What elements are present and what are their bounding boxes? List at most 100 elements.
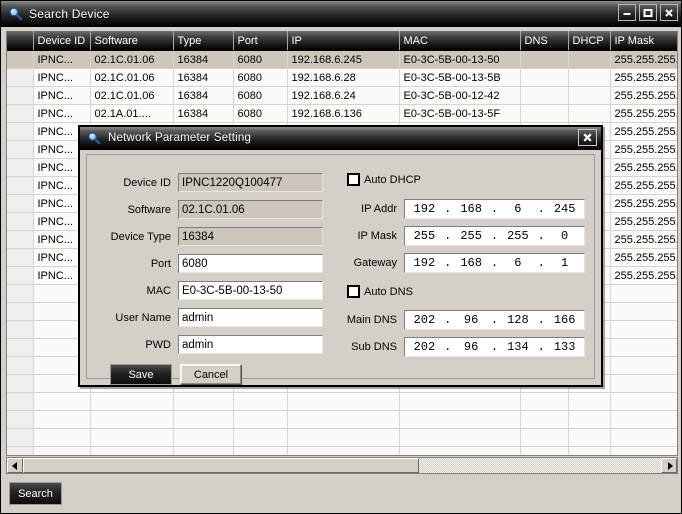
row-selector-cell[interactable] — [7, 284, 34, 303]
cell-mac: E0-3C-5B-00-13-5F — [399, 104, 521, 123]
row-selector-cell[interactable] — [7, 194, 34, 213]
ip-addr-octet-1[interactable]: 192 — [405, 202, 444, 216]
column-header-dhcp[interactable]: DHCP — [568, 31, 611, 51]
column-header-type[interactable]: Type — [173, 31, 234, 51]
close-icon[interactable] — [578, 129, 597, 146]
close-icon[interactable] — [660, 4, 678, 21]
row-selector-cell[interactable] — [7, 410, 34, 429]
gateway-octet-1[interactable]: 192 — [405, 256, 444, 270]
main-dns-octet-4[interactable]: 166 — [545, 313, 584, 327]
device-id-field[interactable] — [178, 173, 323, 192]
ip-mask-octet-3[interactable]: 255 — [499, 229, 538, 243]
auto-dns-checkbox-row[interactable]: Auto DNS — [347, 285, 413, 298]
column-header-ip[interactable]: IP — [287, 31, 400, 51]
row-selector-cell[interactable] — [7, 338, 34, 357]
main-dns-octet-1[interactable]: 202 — [405, 313, 444, 327]
cell-mac — [399, 446, 521, 455]
auto-dns-checkbox[interactable] — [347, 285, 360, 298]
auto-dhcp-checkbox-row[interactable]: Auto DHCP — [347, 173, 421, 186]
row-selector-cell[interactable] — [7, 50, 34, 69]
table-row[interactable]: IPNC... 02.1A.01.... 16384 6080 192.168.6.13… — [7, 104, 677, 123]
software-field[interactable] — [178, 200, 323, 219]
ip-mask-field[interactable]: 255 . 255 . 255 . 0 — [404, 226, 585, 246]
dialog-titlebar[interactable]: Network Parameter Setting — [80, 127, 601, 150]
row-selector-cell[interactable] — [7, 158, 34, 177]
table-row[interactable] — [7, 410, 677, 429]
row-selector-cell[interactable] — [7, 266, 34, 285]
row-selector-cell[interactable] — [7, 428, 34, 447]
main-dns-octet-3[interactable]: 128 — [499, 313, 538, 327]
cell-port: 6080 — [233, 50, 288, 69]
mac-field[interactable] — [178, 281, 323, 300]
scrollbar-track[interactable] — [23, 458, 661, 473]
table-row[interactable]: IPNC... 02.1C.01.06 16384 6080 192.168.6.28 E… — [7, 68, 677, 87]
auto-dhcp-checkbox[interactable] — [347, 173, 360, 186]
device-type-field[interactable] — [178, 227, 323, 246]
row-selector-cell[interactable] — [7, 392, 34, 411]
ip-mask-octet-2[interactable]: 255 — [452, 229, 491, 243]
save-button[interactable]: Save — [110, 364, 172, 385]
pwd-field[interactable] — [178, 335, 323, 354]
ip-addr-octet-2[interactable]: 168 — [452, 202, 491, 216]
row-selector-cell[interactable] — [7, 140, 34, 159]
column-header-mac[interactable]: MAC — [399, 31, 521, 51]
row-selector-cell[interactable] — [7, 320, 34, 339]
triangle-left-icon[interactable] — [7, 458, 23, 473]
gateway-field[interactable]: 192 . 168 . 6 . 1 — [404, 253, 585, 273]
row-selector-cell[interactable] — [7, 104, 34, 123]
gateway-octet-4[interactable]: 1 — [545, 256, 584, 270]
gateway-octet-2[interactable]: 168 — [452, 256, 491, 270]
ip-mask-octet-1[interactable]: 255 — [405, 229, 444, 243]
cell-software — [90, 446, 174, 455]
port-field[interactable] — [178, 254, 323, 273]
ip-addr-octet-3[interactable]: 6 — [499, 202, 538, 216]
main-dns-field[interactable]: 202 . 96 . 128 . 166 — [404, 310, 585, 330]
column-header-select[interactable] — [7, 31, 34, 51]
column-header-software[interactable]: Software — [90, 31, 174, 51]
column-header-ip-mask[interactable]: IP Mask — [610, 31, 677, 51]
row-selector-cell[interactable] — [7, 68, 34, 87]
minimize-icon[interactable] — [618, 4, 636, 21]
search-button[interactable]: Search — [9, 482, 62, 505]
ip-mask-octet-4[interactable]: 0 — [545, 229, 584, 243]
table-row[interactable] — [7, 428, 677, 447]
main-titlebar[interactable]: Search Device — [1, 1, 681, 27]
triangle-right-icon[interactable] — [661, 458, 677, 473]
ip-addr-field[interactable]: 192 . 168 . 6 . 245 — [404, 199, 585, 219]
cell-mac — [399, 410, 521, 429]
sub-dns-field[interactable]: 202 . 96 . 134 . 133 — [404, 337, 585, 357]
scrollbar-thumb[interactable] — [23, 458, 419, 473]
table-row[interactable]: IPNC... 02.1C.01.06 16384 6080 192.168.6.24 E… — [7, 86, 677, 105]
sub-dns-octet-2[interactable]: 96 — [452, 340, 491, 354]
cell-mac: E0-3C-5B-00-13-50 — [399, 50, 521, 69]
cell-ip-mask: 255.255.255.0 — [610, 86, 677, 105]
row-selector-cell[interactable] — [7, 302, 34, 321]
row-selector-cell[interactable] — [7, 212, 34, 231]
cancel-button[interactable]: Cancel — [180, 364, 242, 385]
cell-software — [90, 410, 174, 429]
column-header-dns[interactable]: DNS — [520, 31, 569, 51]
sub-dns-octet-3[interactable]: 134 — [499, 340, 538, 354]
user-name-field[interactable] — [178, 308, 323, 327]
gateway-octet-3[interactable]: 6 — [499, 256, 538, 270]
row-selector-cell[interactable] — [7, 176, 34, 195]
column-header-port[interactable]: Port — [233, 31, 288, 51]
row-selector-cell[interactable] — [7, 446, 34, 455]
row-selector-cell[interactable] — [7, 356, 34, 375]
table-row[interactable] — [7, 392, 677, 411]
table-row[interactable]: IPNC... 02.1C.01.06 16384 6080 192.168.6.245… — [7, 50, 677, 69]
sub-dns-octet-1[interactable]: 202 — [405, 340, 444, 354]
table-row[interactable] — [7, 446, 677, 455]
maximize-icon[interactable] — [639, 4, 657, 21]
row-selector-cell[interactable] — [7, 248, 34, 267]
cell-device-id: IPNC... — [33, 68, 91, 87]
horizontal-scrollbar[interactable] — [6, 457, 678, 474]
main-dns-octet-2[interactable]: 96 — [452, 313, 491, 327]
sub-dns-octet-4[interactable]: 133 — [545, 340, 584, 354]
row-selector-cell[interactable] — [7, 374, 34, 393]
column-header-device-id[interactable]: Device ID — [33, 31, 91, 51]
row-selector-cell[interactable] — [7, 122, 34, 141]
row-selector-cell[interactable] — [7, 230, 34, 249]
row-selector-cell[interactable] — [7, 86, 34, 105]
ip-addr-octet-4[interactable]: 245 — [545, 202, 584, 216]
